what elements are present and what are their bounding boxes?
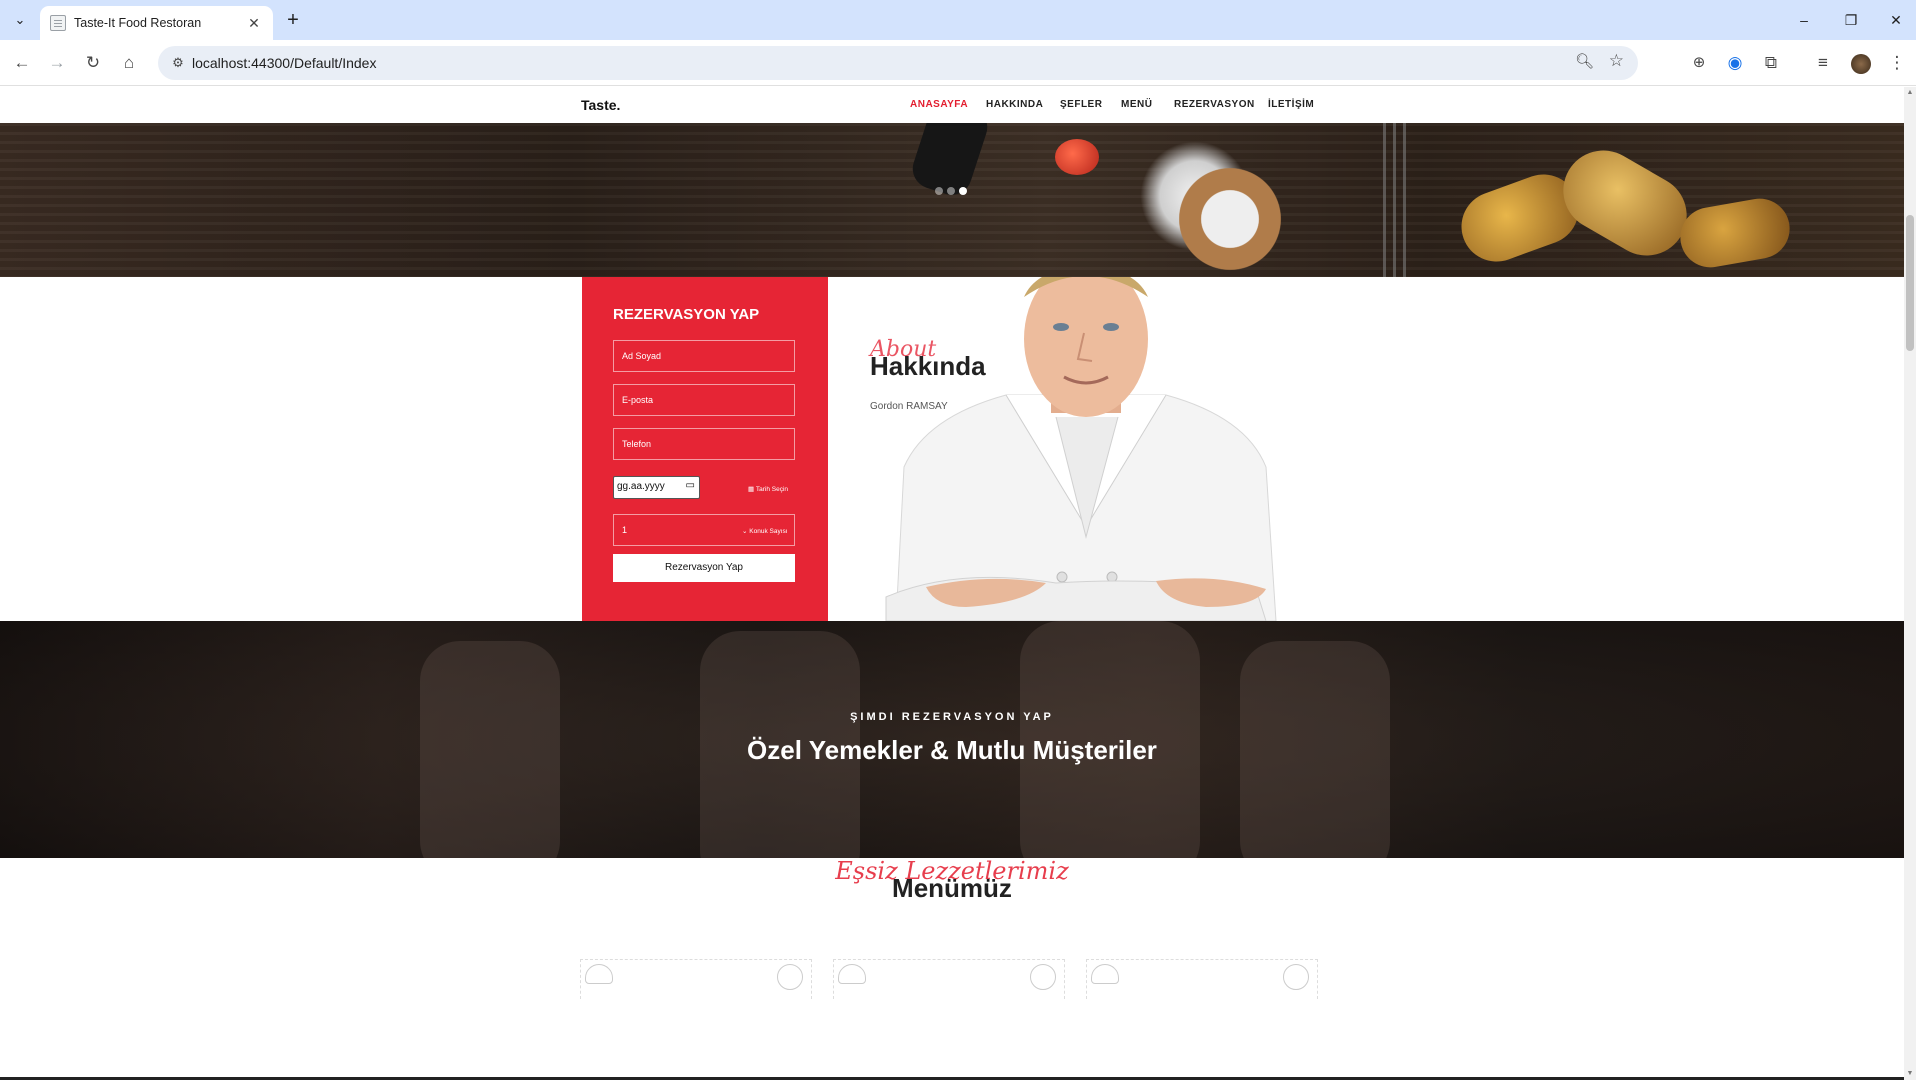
forward-icon[interactable]: → bbox=[44, 50, 70, 76]
hero-fork-image bbox=[1375, 123, 1415, 277]
guests-hint: ⌄ Konuk Sayısı bbox=[742, 527, 788, 535]
vertical-scrollbar[interactable]: ▲ ▼ bbox=[1904, 87, 1916, 1080]
nav-rezervasyon[interactable]: REZERVASYON bbox=[1174, 99, 1255, 110]
browser-toolbar: ← → ↻ ⌂ ⚙ localhost:44300/Default/Index … bbox=[0, 40, 1916, 86]
tab-search-chevron-icon[interactable]: ⌄ bbox=[8, 8, 32, 32]
date-hint-label: Tarih Seçin bbox=[755, 486, 789, 493]
reload-icon[interactable]: ↻ bbox=[80, 50, 106, 76]
site-brand[interactable]: Taste. bbox=[581, 97, 620, 113]
scroll-down-icon[interactable]: ▼ bbox=[1904, 1068, 1916, 1080]
date-hint: ▦ Tarih Seçin bbox=[748, 485, 788, 493]
nav-anasayfa[interactable]: ANASAYFA bbox=[910, 99, 968, 110]
home-icon[interactable]: ⌂ bbox=[116, 50, 142, 76]
banner-kicker: ŞIMDI REZERVASYON YAP bbox=[850, 711, 1054, 723]
browser-menu-icon[interactable]: ⋮ bbox=[1884, 50, 1910, 76]
scrollbar-thumb[interactable] bbox=[1906, 215, 1914, 351]
bookmark-star-icon[interactable]: ☆ bbox=[1609, 51, 1624, 71]
url-text[interactable]: localhost:44300/Default/Index bbox=[192, 55, 376, 71]
banner-title: Özel Yemekler & Mutlu Müşteriler bbox=[747, 735, 1157, 765]
extension-blue-icon[interactable]: ◉ bbox=[1722, 50, 1748, 76]
address-bar[interactable]: ⚙ localhost:44300/Default/Index 🔍︎ ☆ bbox=[158, 46, 1638, 80]
guests-select[interactable]: 1 ⌄ Konuk Sayısı bbox=[613, 514, 795, 546]
menu-card[interactable] bbox=[1086, 959, 1318, 999]
reservation-title: REZERVASYON YAP bbox=[613, 306, 760, 323]
food-icon bbox=[838, 964, 866, 984]
minimize-icon[interactable]: – bbox=[1792, 8, 1816, 32]
page-viewport: Taste. ANASAYFA HAKKINDA ŞEFLER MENÜ REZ… bbox=[0, 87, 1904, 1080]
about-heading: Hakkında bbox=[870, 351, 986, 381]
browser-tabbar: ⌄ Taste-It Food Restoran ✕ + – ❐ ✕ bbox=[0, 0, 1916, 40]
reservation-panel: REZERVASYON YAP Ad Soyad E-posta Telefon… bbox=[582, 277, 828, 621]
tab-title: Taste-It Food Restoran bbox=[74, 16, 202, 30]
name-field[interactable]: Ad Soyad bbox=[613, 340, 795, 372]
reservation-banner: ŞIMDI REZERVASYON YAP Özel Yemekler & Mu… bbox=[0, 621, 1904, 858]
nav-sefler[interactable]: ŞEFLER bbox=[1060, 99, 1102, 110]
profile-avatar-icon[interactable] bbox=[1848, 50, 1874, 76]
slider-dot[interactable] bbox=[935, 187, 943, 195]
slider-dots bbox=[935, 187, 967, 195]
menu-heading: Menümüz bbox=[892, 873, 1012, 903]
page-favicon-icon bbox=[50, 15, 66, 31]
browser-tab-active[interactable]: Taste-It Food Restoran ✕ bbox=[40, 6, 273, 40]
site-navbar: Taste. ANASAYFA HAKKINDA ŞEFLER MENÜ REZ… bbox=[0, 87, 1904, 123]
tab-close-icon[interactable]: ✕ bbox=[245, 15, 263, 32]
phone-field[interactable]: Telefon bbox=[613, 428, 795, 460]
chevron-down-icon: ⌄ bbox=[742, 528, 748, 535]
close-window-icon[interactable]: ✕ bbox=[1884, 8, 1908, 32]
nav-iletisim[interactable]: İLETİŞİM bbox=[1268, 99, 1314, 110]
back-icon[interactable]: ← bbox=[9, 50, 35, 76]
scroll-up-icon[interactable]: ▲ bbox=[1904, 87, 1916, 99]
slider-dot-active[interactable] bbox=[959, 187, 967, 195]
nav-menu[interactable]: MENÜ bbox=[1121, 99, 1152, 110]
extensions-puzzle-icon[interactable]: ⧉ bbox=[1758, 50, 1784, 76]
email-field[interactable]: E-posta bbox=[613, 384, 795, 416]
hero-tomato-image bbox=[1055, 139, 1099, 175]
food-icon bbox=[1091, 964, 1119, 984]
restore-icon[interactable]: ❐ bbox=[1839, 8, 1863, 32]
media-controls-icon[interactable]: ≡ bbox=[1810, 50, 1836, 76]
menu-card[interactable] bbox=[833, 959, 1065, 999]
menu-card[interactable] bbox=[580, 959, 812, 999]
plate-icon bbox=[1283, 964, 1309, 990]
slider-dot[interactable] bbox=[947, 187, 955, 195]
hero-spoon-image bbox=[1175, 159, 1285, 277]
chef-portrait-image bbox=[856, 277, 1316, 621]
reservation-submit-button[interactable]: Rezervasyon Yap bbox=[613, 554, 795, 582]
date-value: gg.aa.yyyy bbox=[617, 481, 665, 492]
guests-value: 1 bbox=[622, 525, 628, 535]
calendar-icon[interactable]: ▭ bbox=[686, 480, 695, 491]
about-section: About Hakkında Gordon RAMSAY bbox=[828, 277, 1904, 621]
zoom-icon[interactable]: 🔍︎ bbox=[1575, 52, 1594, 70]
calendar-hint-icon: ▦ bbox=[748, 486, 755, 493]
translate-icon[interactable]: ⊕ bbox=[1686, 50, 1712, 76]
guests-hint-label: Konuk Sayısı bbox=[749, 528, 788, 535]
plate-icon bbox=[1030, 964, 1056, 990]
new-tab-button[interactable]: + bbox=[281, 9, 305, 33]
site-info-icon[interactable]: ⚙ bbox=[168, 53, 188, 73]
date-input[interactable]: gg.aa.yyyy ▭ bbox=[613, 476, 700, 499]
nav-hakkinda[interactable]: HAKKINDA bbox=[986, 99, 1043, 110]
food-icon bbox=[585, 964, 613, 984]
chef-name: Gordon RAMSAY bbox=[870, 401, 948, 412]
plate-icon bbox=[777, 964, 803, 990]
hero-slider bbox=[0, 123, 1904, 277]
